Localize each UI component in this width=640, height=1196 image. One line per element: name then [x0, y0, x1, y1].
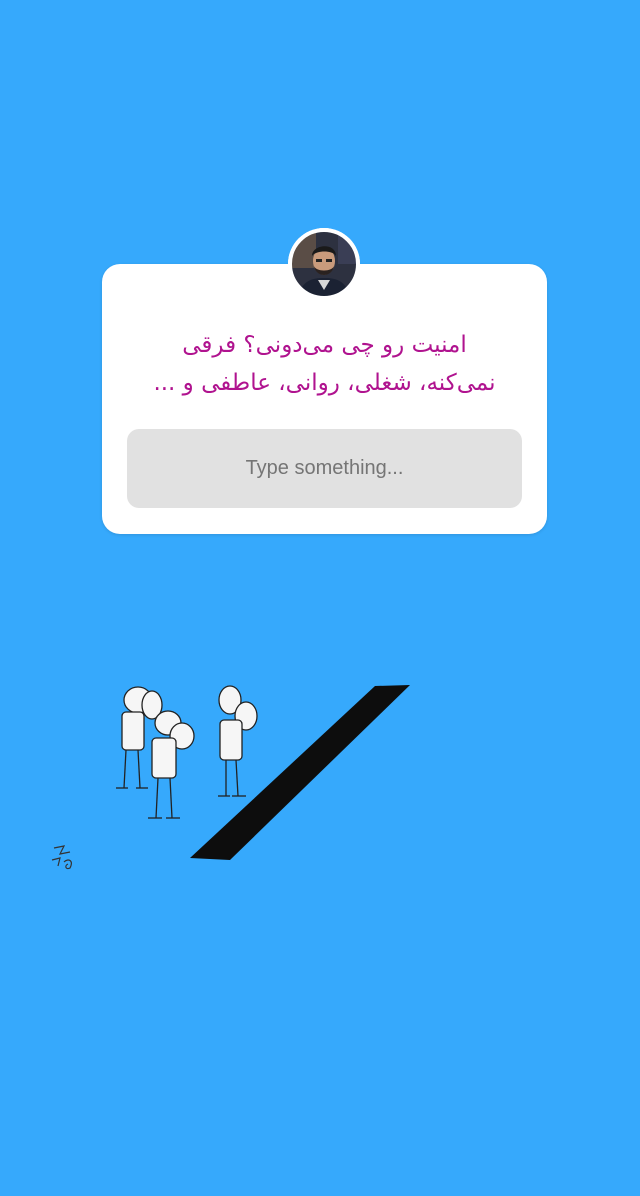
question-sticker: امنیت رو چی می‌دونی؟ فرقی نمی‌کنه، شغلی،… — [102, 264, 547, 534]
cartoon-figure-2 — [148, 710, 195, 819]
user-avatar-icon — [288, 228, 360, 300]
cartoon-illustration — [51, 685, 410, 870]
artist-signature — [51, 845, 72, 870]
cartoon-figure-3 — [218, 685, 258, 797]
question-text: امنیت رو چی می‌دونی؟ فرقی نمی‌کنه، شغلی،… — [153, 332, 496, 396]
answer-placeholder: Type something... — [245, 457, 404, 479]
answer-input-field[interactable]: Type something... — [127, 429, 522, 508]
user-avatar[interactable] — [288, 228, 360, 300]
